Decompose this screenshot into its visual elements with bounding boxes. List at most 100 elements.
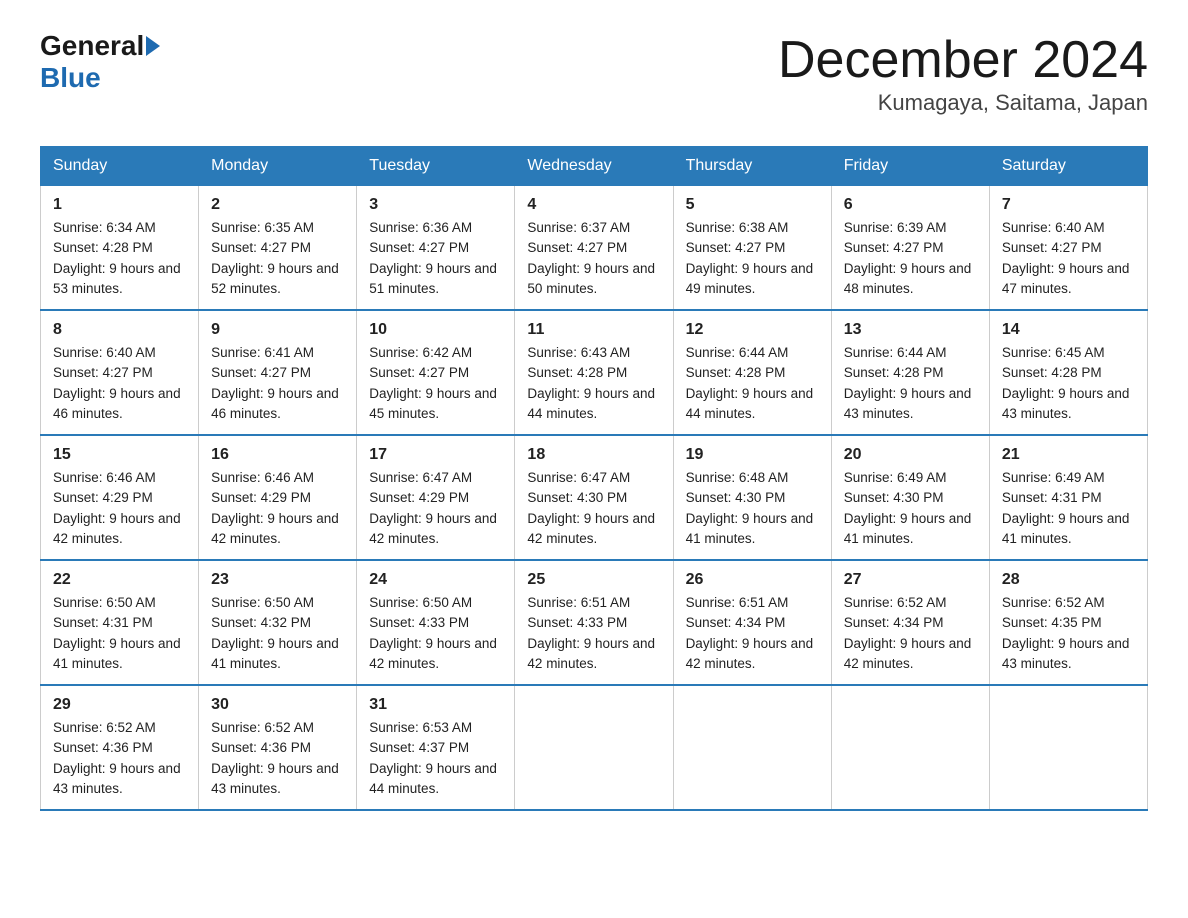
- day-number: 30: [211, 696, 344, 714]
- day-cell: 30 Sunrise: 6:52 AMSunset: 4:36 PMDaylig…: [199, 685, 357, 810]
- day-number: 17: [369, 446, 502, 464]
- day-cell: 6 Sunrise: 6:39 AMSunset: 4:27 PMDayligh…: [831, 186, 989, 311]
- day-info: Sunrise: 6:43 AMSunset: 4:28 PMDaylight:…: [527, 343, 660, 424]
- day-number: 16: [211, 446, 344, 464]
- day-header-wednesday: Wednesday: [515, 147, 673, 186]
- title-block: December 2024 Kumagaya, Saitama, Japan: [778, 30, 1148, 116]
- logo-text: General: [40, 30, 162, 62]
- day-number: 12: [686, 321, 819, 339]
- day-cell: 27 Sunrise: 6:52 AMSunset: 4:34 PMDaylig…: [831, 560, 989, 685]
- day-cell: 9 Sunrise: 6:41 AMSunset: 4:27 PMDayligh…: [199, 310, 357, 435]
- day-cell: 8 Sunrise: 6:40 AMSunset: 4:27 PMDayligh…: [41, 310, 199, 435]
- day-cell: 18 Sunrise: 6:47 AMSunset: 4:30 PMDaylig…: [515, 435, 673, 560]
- week-row-5: 29 Sunrise: 6:52 AMSunset: 4:36 PMDaylig…: [41, 685, 1148, 810]
- day-cell: 1 Sunrise: 6:34 AMSunset: 4:28 PMDayligh…: [41, 186, 199, 311]
- day-number: 4: [527, 196, 660, 214]
- day-cell: 23 Sunrise: 6:50 AMSunset: 4:32 PMDaylig…: [199, 560, 357, 685]
- day-number: 14: [1002, 321, 1135, 339]
- day-header-friday: Friday: [831, 147, 989, 186]
- day-cell: 3 Sunrise: 6:36 AMSunset: 4:27 PMDayligh…: [357, 186, 515, 311]
- logo: General Blue: [40, 30, 162, 94]
- day-info: Sunrise: 6:46 AMSunset: 4:29 PMDaylight:…: [211, 468, 344, 549]
- day-cell: 2 Sunrise: 6:35 AMSunset: 4:27 PMDayligh…: [199, 186, 357, 311]
- day-info: Sunrise: 6:52 AMSunset: 4:35 PMDaylight:…: [1002, 593, 1135, 674]
- day-cell: 7 Sunrise: 6:40 AMSunset: 4:27 PMDayligh…: [989, 186, 1147, 311]
- day-info: Sunrise: 6:47 AMSunset: 4:30 PMDaylight:…: [527, 468, 660, 549]
- header-row: SundayMondayTuesdayWednesdayThursdayFrid…: [41, 147, 1148, 186]
- day-info: Sunrise: 6:50 AMSunset: 4:31 PMDaylight:…: [53, 593, 186, 674]
- day-cell: 31 Sunrise: 6:53 AMSunset: 4:37 PMDaylig…: [357, 685, 515, 810]
- day-info: Sunrise: 6:44 AMSunset: 4:28 PMDaylight:…: [844, 343, 977, 424]
- day-cell: 19 Sunrise: 6:48 AMSunset: 4:30 PMDaylig…: [673, 435, 831, 560]
- day-cell: [831, 685, 989, 810]
- day-info: Sunrise: 6:36 AMSunset: 4:27 PMDaylight:…: [369, 218, 502, 299]
- day-cell: [515, 685, 673, 810]
- day-info: Sunrise: 6:37 AMSunset: 4:27 PMDaylight:…: [527, 218, 660, 299]
- month-title: December 2024: [778, 30, 1148, 90]
- day-cell: 4 Sunrise: 6:37 AMSunset: 4:27 PMDayligh…: [515, 186, 673, 311]
- day-cell: 29 Sunrise: 6:52 AMSunset: 4:36 PMDaylig…: [41, 685, 199, 810]
- day-info: Sunrise: 6:39 AMSunset: 4:27 PMDaylight:…: [844, 218, 977, 299]
- day-number: 18: [527, 446, 660, 464]
- day-number: 27: [844, 571, 977, 589]
- logo-general: General: [40, 30, 144, 62]
- day-header-monday: Monday: [199, 147, 357, 186]
- day-number: 19: [686, 446, 819, 464]
- day-cell: 14 Sunrise: 6:45 AMSunset: 4:28 PMDaylig…: [989, 310, 1147, 435]
- day-number: 11: [527, 321, 660, 339]
- day-number: 28: [1002, 571, 1135, 589]
- day-cell: 25 Sunrise: 6:51 AMSunset: 4:33 PMDaylig…: [515, 560, 673, 685]
- day-info: Sunrise: 6:52 AMSunset: 4:34 PMDaylight:…: [844, 593, 977, 674]
- day-number: 8: [53, 321, 186, 339]
- day-number: 20: [844, 446, 977, 464]
- week-row-1: 1 Sunrise: 6:34 AMSunset: 4:28 PMDayligh…: [41, 186, 1148, 311]
- day-cell: 26 Sunrise: 6:51 AMSunset: 4:34 PMDaylig…: [673, 560, 831, 685]
- day-number: 29: [53, 696, 186, 714]
- day-info: Sunrise: 6:52 AMSunset: 4:36 PMDaylight:…: [53, 718, 186, 799]
- day-info: Sunrise: 6:46 AMSunset: 4:29 PMDaylight:…: [53, 468, 186, 549]
- calendar-table: SundayMondayTuesdayWednesdayThursdayFrid…: [40, 146, 1148, 811]
- day-cell: 17 Sunrise: 6:47 AMSunset: 4:29 PMDaylig…: [357, 435, 515, 560]
- day-number: 9: [211, 321, 344, 339]
- day-info: Sunrise: 6:44 AMSunset: 4:28 PMDaylight:…: [686, 343, 819, 424]
- day-header-tuesday: Tuesday: [357, 147, 515, 186]
- logo-arrow-icon: [146, 36, 160, 56]
- day-number: 13: [844, 321, 977, 339]
- day-cell: 24 Sunrise: 6:50 AMSunset: 4:33 PMDaylig…: [357, 560, 515, 685]
- day-number: 10: [369, 321, 502, 339]
- day-info: Sunrise: 6:51 AMSunset: 4:34 PMDaylight:…: [686, 593, 819, 674]
- day-cell: 13 Sunrise: 6:44 AMSunset: 4:28 PMDaylig…: [831, 310, 989, 435]
- day-cell: [989, 685, 1147, 810]
- day-info: Sunrise: 6:50 AMSunset: 4:32 PMDaylight:…: [211, 593, 344, 674]
- day-number: 22: [53, 571, 186, 589]
- day-cell: 16 Sunrise: 6:46 AMSunset: 4:29 PMDaylig…: [199, 435, 357, 560]
- day-cell: 22 Sunrise: 6:50 AMSunset: 4:31 PMDaylig…: [41, 560, 199, 685]
- day-number: 31: [369, 696, 502, 714]
- day-number: 26: [686, 571, 819, 589]
- day-number: 23: [211, 571, 344, 589]
- day-number: 6: [844, 196, 977, 214]
- day-info: Sunrise: 6:40 AMSunset: 4:27 PMDaylight:…: [53, 343, 186, 424]
- day-info: Sunrise: 6:49 AMSunset: 4:30 PMDaylight:…: [844, 468, 977, 549]
- day-number: 21: [1002, 446, 1135, 464]
- day-info: Sunrise: 6:45 AMSunset: 4:28 PMDaylight:…: [1002, 343, 1135, 424]
- day-cell: 20 Sunrise: 6:49 AMSunset: 4:30 PMDaylig…: [831, 435, 989, 560]
- day-info: Sunrise: 6:34 AMSunset: 4:28 PMDaylight:…: [53, 218, 186, 299]
- day-info: Sunrise: 6:38 AMSunset: 4:27 PMDaylight:…: [686, 218, 819, 299]
- day-cell: 5 Sunrise: 6:38 AMSunset: 4:27 PMDayligh…: [673, 186, 831, 311]
- page-header: General Blue December 2024 Kumagaya, Sai…: [40, 30, 1148, 116]
- day-header-sunday: Sunday: [41, 147, 199, 186]
- location: Kumagaya, Saitama, Japan: [778, 90, 1148, 116]
- day-info: Sunrise: 6:42 AMSunset: 4:27 PMDaylight:…: [369, 343, 502, 424]
- day-number: 25: [527, 571, 660, 589]
- day-info: Sunrise: 6:47 AMSunset: 4:29 PMDaylight:…: [369, 468, 502, 549]
- day-number: 1: [53, 196, 186, 214]
- day-info: Sunrise: 6:53 AMSunset: 4:37 PMDaylight:…: [369, 718, 502, 799]
- day-cell: [673, 685, 831, 810]
- day-info: Sunrise: 6:35 AMSunset: 4:27 PMDaylight:…: [211, 218, 344, 299]
- day-info: Sunrise: 6:51 AMSunset: 4:33 PMDaylight:…: [527, 593, 660, 674]
- day-cell: 28 Sunrise: 6:52 AMSunset: 4:35 PMDaylig…: [989, 560, 1147, 685]
- day-number: 2: [211, 196, 344, 214]
- day-number: 5: [686, 196, 819, 214]
- day-header-thursday: Thursday: [673, 147, 831, 186]
